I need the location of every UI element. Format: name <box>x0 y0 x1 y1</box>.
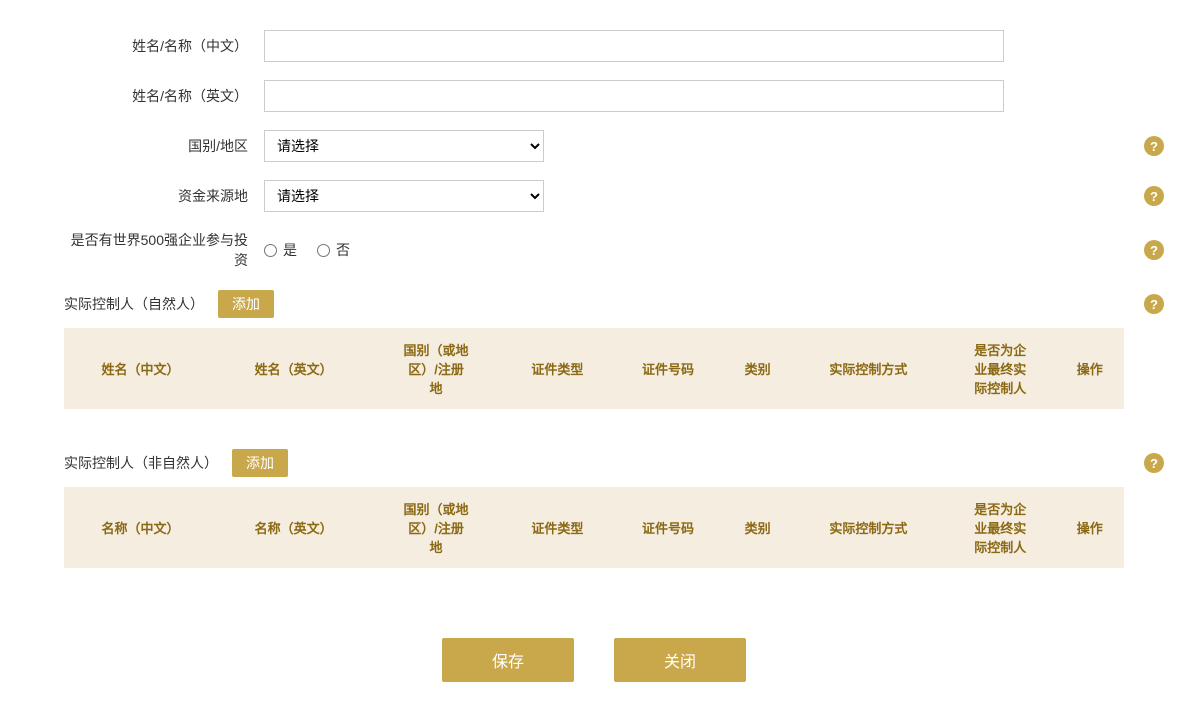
section2-col-name-en: 名称（英文） <box>217 487 370 568</box>
fortune500-no-option[interactable]: 否 <box>317 240 350 260</box>
section2-table: 名称（中文） 名称（英文） 国别（或地区）/注册地 证件类型 证件号码 类别 实… <box>64 487 1124 588</box>
fortune500-no-label: 否 <box>336 240 350 260</box>
section1-col-cert-type: 证件类型 <box>502 328 613 409</box>
country-help-icon[interactable]: ? <box>1144 136 1164 156</box>
section1-col-category: 类别 <box>723 328 791 409</box>
section1-col-name-cn: 姓名（中文） <box>64 328 217 409</box>
section2-title: 实际控制人（非自然人） <box>64 453 218 473</box>
section1-header: 实际控制人（自然人） 添加 ? <box>64 290 1124 318</box>
section1-add-button[interactable]: 添加 <box>218 290 274 318</box>
fortune500-yes-label: 是 <box>283 240 297 260</box>
section1-title: 实际控制人（自然人） <box>64 294 204 314</box>
close-button[interactable]: 关闭 <box>614 638 746 682</box>
funds-help-icon[interactable]: ? <box>1144 186 1164 206</box>
section2-help-icon[interactable]: ? <box>1144 453 1164 473</box>
section1-col-name-en: 姓名（英文） <box>217 328 370 409</box>
section1-col-final-control: 是否为企业最终实际控制人 <box>945 328 1056 409</box>
fortune500-no-radio[interactable] <box>317 244 330 257</box>
section2-table-header-row: 名称（中文） 名称（英文） 国别（或地区）/注册地 证件类型 证件号码 类别 实… <box>64 487 1124 568</box>
section2-col-final-control: 是否为企业最终实际控制人 <box>945 487 1056 568</box>
section2-empty-row <box>64 568 1124 588</box>
section2-col-category: 类别 <box>723 487 791 568</box>
section1-table-header-row: 姓名（中文） 姓名（英文） 国别（或地区）/注册地 证件类型 证件号码 类别 实… <box>64 328 1124 409</box>
section2-header: 实际控制人（非自然人） 添加 ? <box>64 449 1124 477</box>
section2-col-cert-num: 证件号码 <box>613 487 724 568</box>
name-en-input[interactable] <box>264 80 1004 112</box>
section2-col-control-mode: 实际控制方式 <box>792 487 945 568</box>
funds-label: 资金来源地 <box>64 186 264 206</box>
name-cn-label: 姓名/名称（中文） <box>64 36 264 56</box>
country-label: 国别/地区 <box>64 136 264 156</box>
fortune500-yes-option[interactable]: 是 <box>264 240 297 260</box>
section1-col-country: 国别（或地区）/注册地 <box>370 328 502 409</box>
name-en-label: 姓名/名称（英文） <box>64 86 264 106</box>
section2-col-name-cn: 名称（中文） <box>64 487 217 568</box>
section1-col-cert-num: 证件号码 <box>613 328 724 409</box>
fortune500-yes-radio[interactable] <box>264 244 277 257</box>
fortune500-radio-group: 是 否 <box>264 240 350 260</box>
funds-select[interactable]: 请选择 <box>264 180 544 212</box>
section1-col-control-mode: 实际控制方式 <box>792 328 945 409</box>
fortune500-label: 是否有世界500强企业参与投资 <box>64 230 264 270</box>
section1-col-operation: 操作 <box>1056 328 1124 409</box>
section1-table: 姓名（中文） 姓名（英文） 国别（或地区）/注册地 证件类型 证件号码 类别 实… <box>64 328 1124 429</box>
name-cn-input[interactable] <box>264 30 1004 62</box>
save-button[interactable]: 保存 <box>442 638 574 682</box>
section1-empty-row <box>64 409 1124 429</box>
section2-col-country: 国别（或地区）/注册地 <box>370 487 502 568</box>
bottom-buttons: 保存 关闭 <box>64 638 1124 682</box>
section1-help-icon[interactable]: ? <box>1144 294 1164 314</box>
fortune500-help-icon[interactable]: ? <box>1144 240 1164 260</box>
section2-col-cert-type: 证件类型 <box>502 487 613 568</box>
section2-add-button[interactable]: 添加 <box>232 449 288 477</box>
section2-col-operation: 操作 <box>1056 487 1124 568</box>
country-select[interactable]: 请选择 <box>264 130 544 162</box>
